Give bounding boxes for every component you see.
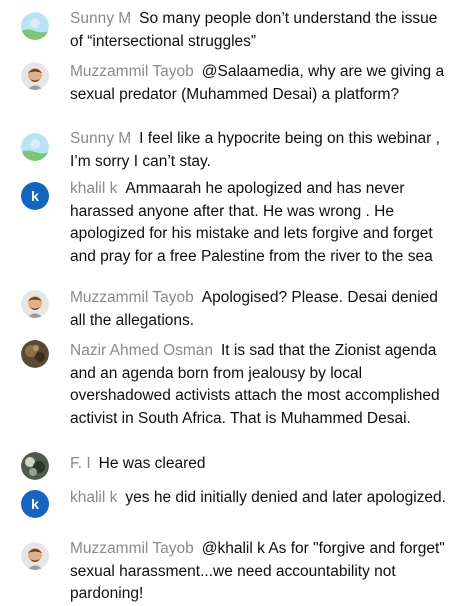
photo-avatar-icon[interactable] bbox=[21, 452, 49, 480]
message-body: Sunny MI feel like a hypocrite being on … bbox=[70, 128, 450, 173]
author-name[interactable]: Nazir Ahmed Osman bbox=[70, 342, 213, 359]
message-body: Muzzammil Tayob @khalil k As for "forgive… bbox=[70, 538, 450, 606]
message-body: F. I He was cleared bbox=[70, 453, 450, 476]
letter-k-icon[interactable]: k bbox=[21, 490, 49, 518]
avatar-letter: k bbox=[31, 496, 39, 512]
memoji-man-icon[interactable] bbox=[21, 290, 49, 318]
author-name[interactable]: khalil k bbox=[70, 180, 117, 197]
author-name[interactable]: Sunny M bbox=[70, 10, 131, 27]
message-body: Nazir Ahmed Osman It is sad that the Zion… bbox=[70, 340, 450, 430]
photo-avatar-icon[interactable] bbox=[21, 340, 49, 368]
memoji-man-icon[interactable] bbox=[21, 542, 49, 570]
memoji-man-icon[interactable] bbox=[21, 62, 49, 90]
live-chat-feed: Sunny M So many people don’t understand t… bbox=[0, 0, 465, 605]
author-name[interactable]: khalil k bbox=[70, 489, 117, 506]
sunny-globe-icon[interactable] bbox=[21, 133, 49, 161]
message-body: khalil k yes he did initially denied and … bbox=[70, 487, 450, 510]
message-body: Muzzammil Tayob Apologised? Please. Desai… bbox=[70, 287, 450, 332]
author-name[interactable]: F. I bbox=[70, 455, 91, 472]
avatar-letter: k bbox=[31, 188, 39, 204]
message-body: Sunny M So many people don’t understand t… bbox=[70, 8, 450, 53]
message-body: khalil k Ammaarah he apologized and has n… bbox=[70, 178, 450, 268]
author-name[interactable]: Muzzammil Tayob bbox=[70, 289, 194, 306]
author-name[interactable]: Muzzammil Tayob bbox=[70, 540, 194, 557]
message-text: He was cleared bbox=[98, 455, 206, 472]
author-name[interactable]: Sunny M bbox=[70, 130, 131, 147]
sunny-globe-icon[interactable] bbox=[21, 12, 49, 40]
author-name[interactable]: Muzzammil Tayob bbox=[70, 63, 194, 80]
message-body: Muzzammil Tayob @Salaamedia, why are we g… bbox=[70, 61, 450, 106]
letter-k-icon[interactable]: k bbox=[21, 182, 49, 210]
message-text: yes he did initially denied and later ap… bbox=[125, 489, 446, 506]
message-text: Ammaarah he apologized and has never har… bbox=[70, 180, 433, 265]
